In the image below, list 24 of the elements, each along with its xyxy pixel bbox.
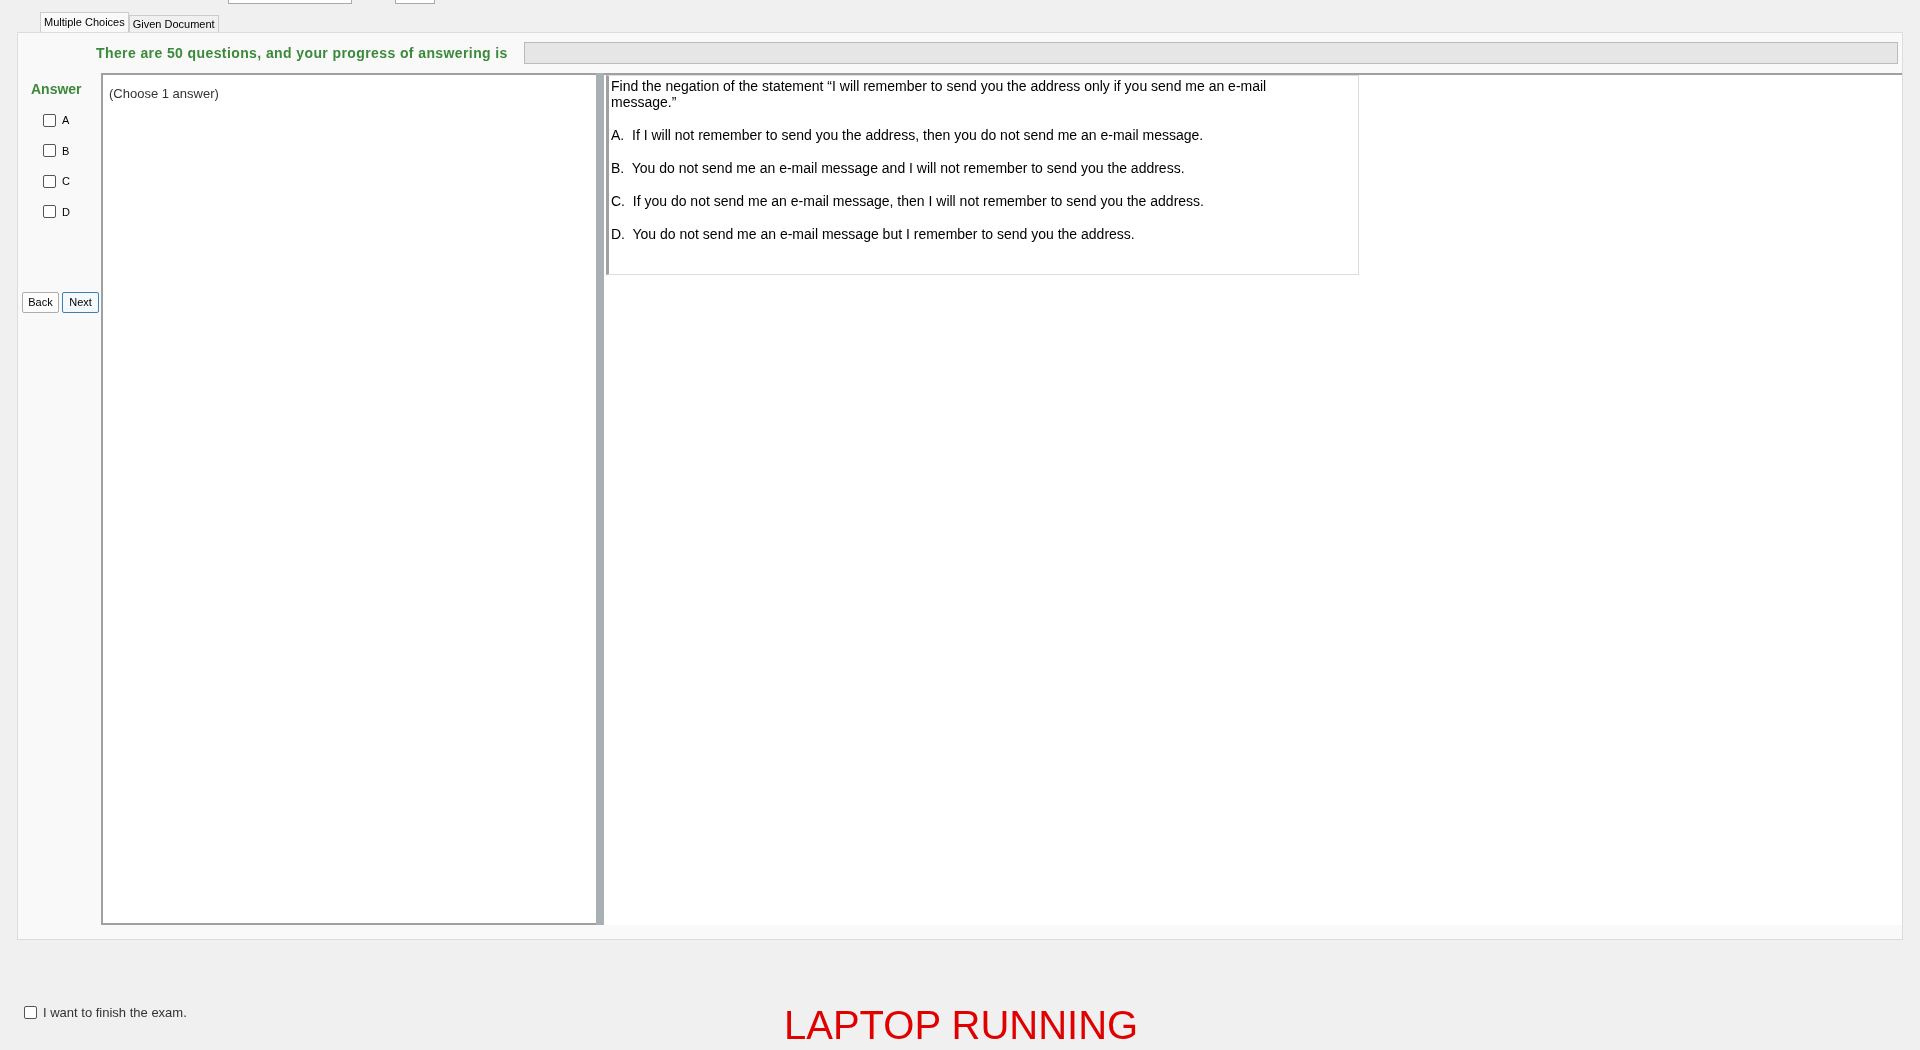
tab[interactable]: Given Document <box>128 15 219 32</box>
splitter-handle[interactable] <box>596 73 604 925</box>
answer-title: Answer <box>31 80 83 99</box>
answer-checkbox[interactable] <box>43 144 56 158</box>
status-text: LAPTOP RUNNING <box>784 1003 1139 1047</box>
question-text: Find the negation of the statement “I will remember to send you the address only if you send me an e-mail message.” <box>611 77 1268 110</box>
answer-checkbox[interactable] <box>43 174 56 188</box>
choice-text: D. You do not send me an e-mail message but I remember to send you the address. <box>611 226 1136 242</box>
answer-checkbox[interactable] <box>43 113 56 127</box>
nav-button[interactable]: Next <box>62 292 99 313</box>
finish-label: I want to finish the exam. <box>43 1004 187 1022</box>
tab[interactable]: Multiple Choices <box>40 12 129 32</box>
choice-text: B. You do not send me an e-mail message and I will not remember to send you the address. <box>611 160 1186 176</box>
progress-label: There are 50 questions, and your progress of answering is <box>96 43 508 63</box>
finish-checkbox[interactable] <box>24 1006 37 1020</box>
option-label: D <box>62 204 70 220</box>
option-label: C <box>62 174 70 189</box>
option-label: B <box>62 143 70 159</box>
choice-text: A. If I will not remember to send you the address, then you do not send me an e-mail message. <box>611 127 1205 143</box>
option-label: A <box>62 113 70 128</box>
answer-checkbox[interactable] <box>43 205 56 219</box>
instruction-text: (Choose 1 answer) <box>109 86 219 101</box>
choice-text: C. If you do not send me an e-mail message, then I will not remember to send you the address. <box>611 193 1205 209</box>
nav-button[interactable]: Back <box>22 292 59 313</box>
